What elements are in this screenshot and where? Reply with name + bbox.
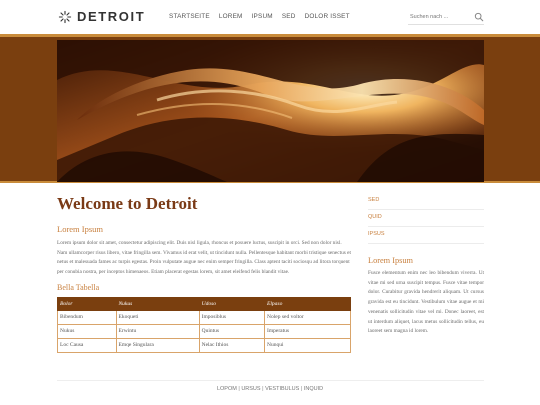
- sidebar-text: Fusce elementum enim nec leo bibendum vi…: [368, 270, 484, 335]
- table-cell: Bibendum: [57, 309, 117, 325]
- site-name: DETROIT: [77, 9, 146, 24]
- sidebar-item-quid[interactable]: QUID: [368, 210, 484, 227]
- search-icon[interactable]: [474, 12, 484, 22]
- table-cell: Emqe Singulara: [115, 337, 200, 353]
- nav-item-lorem[interactable]: LOREM: [219, 13, 243, 20]
- nav-item-ipsum[interactable]: IPSUM: [252, 13, 273, 20]
- footer-link-vestibulus[interactable]: VESTIBULUS: [265, 386, 299, 392]
- search-input[interactable]: [410, 11, 470, 22]
- site-logo[interactable]: DETROIT: [58, 9, 145, 24]
- table-cell: Quintus: [198, 323, 266, 339]
- hero-banner: [0, 34, 540, 183]
- table-cell: Nelac Ithios: [198, 337, 266, 353]
- site-header: DETROIT STARTSEITE LOREM IPSUM SED DOLOR…: [0, 0, 540, 34]
- section-heading: Lorem Ipsum: [57, 224, 104, 234]
- table-cell: Nukus: [57, 323, 117, 339]
- footer-divider: [57, 380, 484, 381]
- table-cell: Loc Causa: [57, 337, 117, 353]
- table-cell: Nunqui: [264, 337, 351, 353]
- table-row: Bibendum Ekoqueti Imposiblus Nolep sed v…: [57, 309, 351, 325]
- footer-link-ursus[interactable]: URSUS: [241, 386, 260, 392]
- nav-item-startseite[interactable]: STARTSEITE: [169, 13, 210, 20]
- main-nav: STARTSEITE LOREM IPSUM SED DOLOR ISSET: [169, 13, 359, 20]
- table-header-row: Bolor Nukus Udoso Elpaso: [57, 296, 351, 311]
- sidebar-heading: Lorem Ipsum: [368, 256, 413, 265]
- table-cell: Nolep sed voltor: [264, 309, 351, 325]
- table-cell: Erwintu: [115, 323, 200, 339]
- table-cell: Ekoqueti: [115, 309, 200, 325]
- column-header: Udoso: [198, 296, 266, 311]
- sidebar-item-sed[interactable]: SED: [368, 193, 484, 210]
- column-header: Bolor: [57, 296, 117, 311]
- column-header: Elpaso: [264, 296, 351, 311]
- main-content: Welcome to Detroit Lorem Ipsum Lorem ips…: [57, 193, 351, 353]
- footer-link-lopom[interactable]: LOPOM: [217, 386, 237, 392]
- table-cell: Imperatus: [264, 323, 351, 339]
- footer-nav: LOPOM | URSUS | VESTIBULUS | INQUID: [216, 386, 324, 392]
- canyon-hero-image: [57, 40, 484, 182]
- data-table: Bolor Nukus Udoso Elpaso Bibendum Ekoque…: [57, 296, 351, 353]
- sidebar-item-ipsus[interactable]: IPSUS: [368, 227, 484, 244]
- table-row: Nukus Erwintu Quintus Imperatus: [57, 323, 351, 339]
- table-cell: Imposiblus: [198, 309, 266, 325]
- search-box: [408, 10, 484, 25]
- table-heading: Bella Tabella: [57, 282, 100, 292]
- sidebar: SED QUID IPSUS Lorem Ipsum Fusce element…: [368, 193, 484, 337]
- page-title: Welcome to Detroit: [57, 194, 198, 213]
- footer-link-inquid[interactable]: INQUID: [304, 386, 323, 392]
- sunburst-logo-icon: [58, 10, 72, 23]
- nav-item-sed[interactable]: SED: [282, 13, 296, 20]
- column-header: Nukus: [115, 296, 200, 311]
- intro-paragraph: Lorem ipsum dolor sit amet, consectetur …: [57, 240, 351, 276]
- nav-item-dolor-isset[interactable]: DOLOR ISSET: [305, 13, 350, 20]
- table-row: Loc Causa Emqe Singulara Nelac Ithios Nu…: [57, 337, 351, 353]
